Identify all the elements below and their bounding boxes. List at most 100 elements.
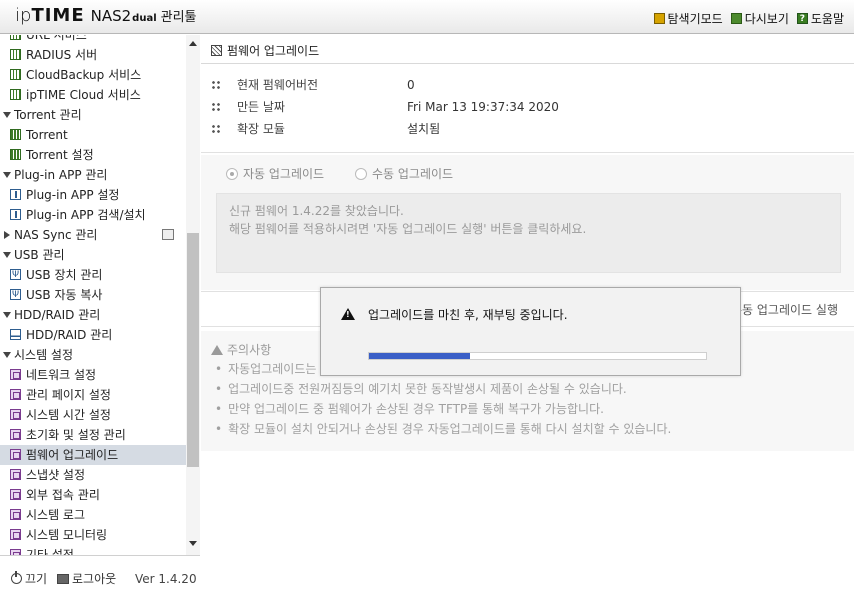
bullet-icon: [211, 102, 221, 112]
upgrade-panel: 자동 업그레이드 수동 업그레이드 신규 펌웨어 1.4.22를 찾았습니다. …: [201, 155, 854, 290]
warning-icon: [341, 308, 355, 320]
scroll-up-arrow-icon[interactable]: [189, 41, 197, 46]
logout-icon: [57, 573, 69, 584]
logout-label: 로그아웃: [72, 572, 117, 586]
sidebar-item-label: Plug-in APP 검색/설치: [26, 208, 146, 222]
manual-upgrade-radio[interactable]: 수동 업그레이드: [355, 165, 453, 182]
power-off-button[interactable]: 끄기: [11, 570, 47, 587]
build-date-label: 만든 날짜: [237, 100, 285, 114]
sidebar-item-label: Plug-in APP 설정: [26, 188, 120, 202]
sidebar-item-label: 외부 접속 관리: [26, 488, 100, 502]
grid-icon: [10, 49, 21, 60]
warning-icon: [211, 344, 223, 355]
help-label: 도움말: [810, 12, 844, 26]
sidebar-category[interactable]: Plug-in APP 관리: [0, 165, 186, 185]
manual-upgrade-run-button[interactable]: 수동 업그레이드 실행: [731, 301, 838, 318]
sidebar-item-label: 기타 설정: [26, 548, 74, 555]
nas-sync-icon[interactable]: [162, 229, 174, 240]
radio-icon: [226, 167, 238, 180]
sidebar-item-label: HDD/RAID 관리: [26, 328, 113, 342]
power-off-label: 끄기: [25, 572, 48, 586]
sidebar-item-label: HDD/RAID 관리: [14, 308, 101, 322]
manual-upgrade-label: 수동 업그레이드: [372, 167, 454, 181]
sidebar-item-label: Plug-in APP 관리: [14, 168, 108, 182]
sidebar-category[interactable]: NAS Sync 관리: [0, 225, 186, 245]
sidebar-item[interactable]: URL 서비스: [0, 35, 186, 45]
current-version-value: 0: [407, 78, 415, 92]
divider: [201, 63, 854, 64]
caution-item: 업그레이드중 전원꺼짐등의 예기치 못한 동작발생시 제품이 손상될 수 있습니…: [215, 380, 627, 397]
sidebar-item[interactable]: USB 자동 복사: [0, 285, 186, 305]
system-icon: [10, 529, 21, 540]
current-version-label: 현재 펌웨어버전: [237, 78, 319, 92]
sidebar-item[interactable]: 시스템 모니터링: [0, 525, 186, 545]
scrollbar-thumb[interactable]: [187, 233, 199, 467]
system-icon: [10, 509, 21, 520]
auto-upgrade-label: 자동 업그레이드: [243, 167, 325, 181]
sidebar-footer: 끄기 로그아웃 Ver 1.4.20: [0, 555, 200, 595]
sidebar-item[interactable]: Plug-in APP 설정: [0, 185, 186, 205]
sidebar-item[interactable]: Plug-in APP 검색/설치: [0, 205, 186, 225]
refresh-link[interactable]: 다시보기: [730, 10, 789, 27]
auto-upgrade-radio[interactable]: 자동 업그레이드: [226, 165, 324, 182]
hdd-icon: [10, 329, 21, 340]
sidebar-item[interactable]: 시스템 시간 설정: [0, 405, 186, 425]
sidebar-item[interactable]: 시스템 로그: [0, 505, 186, 525]
divider: [201, 152, 854, 153]
sidebar-category[interactable]: HDD/RAID 관리: [0, 305, 186, 325]
sidebar-item[interactable]: USB 장치 관리: [0, 265, 186, 285]
sidebar-item[interactable]: 기타 설정: [0, 545, 186, 555]
sidebar-item-label: USB 자동 복사: [26, 288, 103, 302]
progress-bar-fill: [369, 353, 471, 359]
sidebar-item-label: ipTIME Cloud 서비스: [26, 88, 141, 102]
section-title: 펌웨어 업그레이드: [211, 42, 319, 59]
system-icon: [10, 369, 21, 380]
scroll-down-arrow-icon[interactable]: [189, 541, 197, 546]
logo-ip: ip: [15, 5, 32, 26]
logo-dual: dual: [132, 13, 157, 24]
sidebar-item-label: 시스템 로그: [26, 508, 86, 522]
sidebar-item[interactable]: 네트워크 설정: [0, 365, 186, 385]
help-icon: ?: [796, 13, 808, 24]
sidebar-category[interactable]: 시스템 설정: [0, 345, 186, 365]
sidebar-item-label: 펌웨어 업그레이드: [26, 448, 119, 462]
sidebar-item-label: CloudBackup 서비스: [26, 68, 142, 82]
refresh-label: 다시보기: [744, 12, 789, 26]
caution-item: 자동업그레이드는: [215, 360, 316, 377]
sidebar-scrollbar[interactable]: [186, 35, 200, 555]
sidebar-item-label: RADIUS 서버: [26, 48, 98, 62]
sidebar-item[interactable]: 스냅샷 설정: [0, 465, 186, 485]
sidebar-item-label: Torrent 관리: [14, 108, 82, 122]
bullet-icon: [211, 124, 221, 134]
notice-line: 해당 펌웨어를 적용하시려면 '자동 업그레이드 실행' 버튼을 클릭하세요.: [229, 222, 587, 236]
sidebar-item[interactable]: ipTIME Cloud 서비스: [0, 85, 186, 105]
sidebar-item[interactable]: CloudBackup 서비스: [0, 65, 186, 85]
logout-button[interactable]: 로그아웃: [57, 570, 116, 587]
sidebar-item[interactable]: 관리 페이지 설정: [0, 385, 186, 405]
sidebar-item[interactable]: 펌웨어 업그레이드: [0, 445, 186, 465]
sidebar-item[interactable]: Torrent: [0, 125, 186, 145]
sidebar-item[interactable]: RADIUS 서버: [0, 45, 186, 65]
upgrade-notice-box: 신규 펌웨어 1.4.22를 찾았습니다. 해당 펌웨어를 적용하시려면 '자동…: [216, 193, 841, 273]
refresh-icon: [730, 13, 742, 24]
sidebar-item[interactable]: HDD/RAID 관리: [0, 325, 186, 345]
help-link[interactable]: ? 도움말: [796, 10, 844, 27]
dialog-message: 업그레이드를 마친 후, 재부팅 중입니다.: [368, 308, 568, 322]
nav-tree-list: URL 서비스 RADIUS 서버 CloudBackup 서비스 ipTIME Cl…: [0, 35, 186, 555]
sidebar-item-label: 시스템 설정: [14, 348, 74, 362]
nav-tree: URL 서비스 RADIUS 서버 CloudBackup 서비스 ipTIME Cl…: [0, 35, 186, 555]
firmware-icon: [211, 45, 222, 56]
plugin-icon: [10, 189, 21, 200]
sidebar-item-label: 스냅샷 설정: [26, 468, 86, 482]
system-icon: [10, 409, 21, 420]
sidebar-item[interactable]: 초기화 및 설정 관리: [0, 425, 186, 445]
sidebar-category[interactable]: USB 관리: [0, 245, 186, 265]
system-icon: [10, 489, 21, 500]
sidebar-item[interactable]: Torrent 설정: [0, 145, 186, 165]
sidebar-category[interactable]: Torrent 관리: [0, 105, 186, 125]
power-icon: [11, 571, 22, 584]
sidebar-item[interactable]: 외부 접속 관리: [0, 485, 186, 505]
system-icon: [10, 429, 21, 440]
system-icon: [10, 449, 21, 460]
explorer-mode-link[interactable]: 탐색기모드: [653, 10, 723, 27]
